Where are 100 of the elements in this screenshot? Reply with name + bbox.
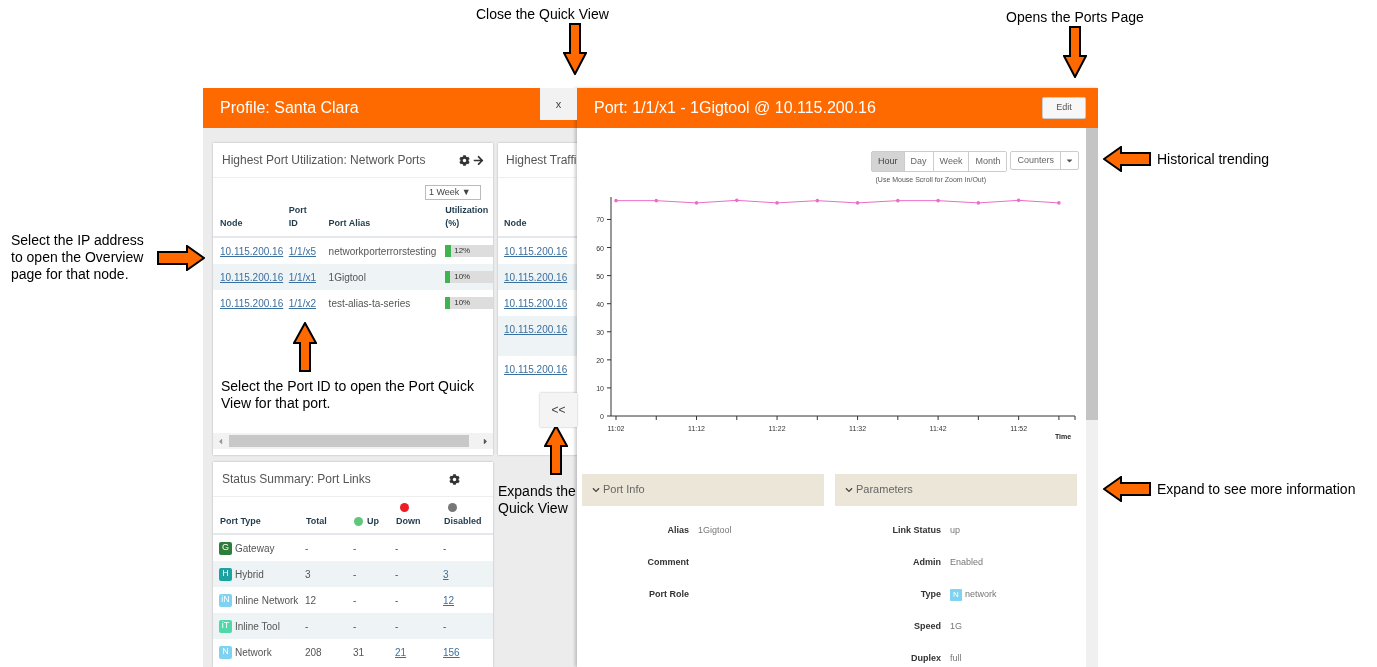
data-point — [654, 198, 659, 202]
data-point — [694, 200, 699, 205]
data-point — [896, 198, 900, 202]
count-link[interactable]: 12 — [443, 594, 455, 606]
count-value: - — [305, 542, 309, 554]
section-title: Port Info — [603, 482, 645, 498]
type-badge: H — [219, 567, 232, 581]
count-link[interactable]: 21 — [395, 646, 407, 658]
count-link[interactable]: 156 — [443, 646, 460, 658]
count-value: 3 — [305, 568, 311, 580]
count-value: - — [353, 542, 357, 554]
caret-down-icon — [1065, 156, 1074, 165]
node-link[interactable]: 10.115.200.16 — [220, 295, 289, 311]
counters-dropdown[interactable]: Counters — [1010, 151, 1079, 170]
callout-text: Close the Quick View — [476, 6, 609, 23]
arrow-right-icon[interactable] — [473, 154, 484, 166]
close-button[interactable]: x — [540, 88, 577, 120]
field-value: 1Gigtool — [698, 523, 732, 537]
data-point — [1057, 200, 1061, 205]
card-title: Highest Traffi — [506, 152, 577, 169]
profile-title: Profile: Santa Clara — [220, 98, 359, 118]
count-value: - — [395, 594, 399, 606]
scroll-left-icon[interactable] — [216, 436, 225, 446]
card-title: Status Summary: Port Links — [222, 471, 372, 488]
callout-text: Historical trending — [1157, 150, 1270, 168]
port-type: Inline Network — [235, 593, 299, 608]
field-value: up — [950, 523, 960, 537]
type-badge: iT — [219, 619, 232, 633]
callout-arrow-icon — [1103, 146, 1151, 172]
node-link[interactable]: 10.115.200.16 — [504, 361, 568, 377]
port-id-link[interactable]: 1/1/x5 — [288, 245, 316, 257]
column-header: Disabled — [444, 514, 482, 528]
count-value: - — [443, 542, 447, 554]
edit-button[interactable]: Edit — [1042, 97, 1086, 119]
data-point — [815, 198, 820, 202]
node-link[interactable]: 10.115.200.16 — [220, 243, 289, 259]
column-header: Port Alias — [328, 216, 372, 230]
scroll-right-icon[interactable] — [481, 436, 490, 446]
utilization-value: 12% — [454, 245, 471, 257]
settings-icon[interactable] — [449, 473, 460, 485]
column-header: Node — [220, 216, 244, 230]
field-label: Duplex — [911, 651, 941, 665]
utilization-value: 10% — [454, 297, 471, 309]
count-value: - — [443, 620, 447, 632]
port-alias: test-alias-ta-series — [328, 296, 412, 311]
period-dropdown[interactable]: 1 Week ▼ — [425, 185, 481, 200]
count-value: - — [353, 594, 357, 606]
callout-text: Select the IP address to open the Overview page for that node. — [11, 232, 145, 283]
data-point — [775, 200, 779, 205]
port-alias: networkporterrorstesting — [328, 244, 438, 259]
port-type: Gateway — [235, 541, 275, 556]
column-header: Utilization (%) — [445, 204, 490, 230]
section-header[interactable]: Port Info — [582, 473, 824, 506]
data-point — [936, 198, 940, 202]
column-header: Port ID — [288, 204, 308, 230]
utilization-value: 10% — [454, 271, 471, 283]
count-value: 12 — [305, 594, 317, 606]
field-label: Alias — [667, 523, 689, 537]
node-link[interactable]: 10.115.200.16 — [220, 269, 289, 285]
field-label: Admin — [913, 555, 941, 569]
count-value: - — [395, 542, 399, 554]
type-badge: N — [219, 645, 232, 659]
node-link[interactable]: 10.115.200.16 — [504, 243, 568, 259]
field-label: Link Status — [892, 523, 941, 537]
data-point — [1016, 198, 1021, 202]
vertical-scrollbar[interactable] — [1086, 128, 1098, 667]
port-type: Inline Tool — [235, 619, 280, 634]
count-value: 31 — [353, 646, 365, 658]
range-tab[interactable]: Hour — [872, 152, 905, 171]
type-badge: G — [219, 541, 232, 555]
count-value: 208 — [305, 646, 322, 658]
horizontal-scrollbar[interactable] — [213, 433, 493, 449]
callout-arrow-icon — [293, 322, 317, 372]
field-label: Speed — [914, 619, 941, 633]
count-link[interactable]: 3 — [443, 568, 449, 580]
field-value: full — [950, 651, 962, 665]
data-point — [614, 198, 618, 202]
data-point — [976, 200, 981, 205]
column-header: Down — [396, 514, 421, 528]
section-header[interactable]: Parameters — [835, 473, 1077, 506]
field-value: network — [965, 587, 997, 601]
count-value: - — [353, 620, 357, 632]
field-label: Type — [920, 587, 941, 601]
callout-text: Opens the Ports Page — [1006, 9, 1144, 26]
data-point — [735, 198, 739, 202]
node-link[interactable]: 10.115.200.16 — [504, 295, 568, 311]
port-id-link[interactable]: 1/1/x1 — [288, 271, 316, 283]
count-value: - — [305, 620, 309, 632]
callout-arrow-icon — [1103, 476, 1151, 502]
card-title: Highest Port Utilization: Network Ports — [222, 152, 427, 169]
column-header: Up — [367, 514, 379, 528]
port-id-link[interactable]: 1/1/x2 — [288, 297, 316, 309]
port-alias: 1Gigtool — [328, 270, 367, 285]
settings-icon[interactable] — [459, 154, 470, 166]
expand-button[interactable]: << — [540, 393, 577, 427]
callout-text: Select the Port ID to open the Port Quick View for that port. — [221, 378, 475, 412]
type-badge: iN — [219, 593, 232, 607]
column-header: Port Type — [220, 514, 261, 528]
quick-view-title: Port: 1/1/x1 - 1Gigtool @ 10.115.200.16 — [594, 98, 877, 118]
callout-text: Expand to see more information — [1157, 480, 1356, 498]
